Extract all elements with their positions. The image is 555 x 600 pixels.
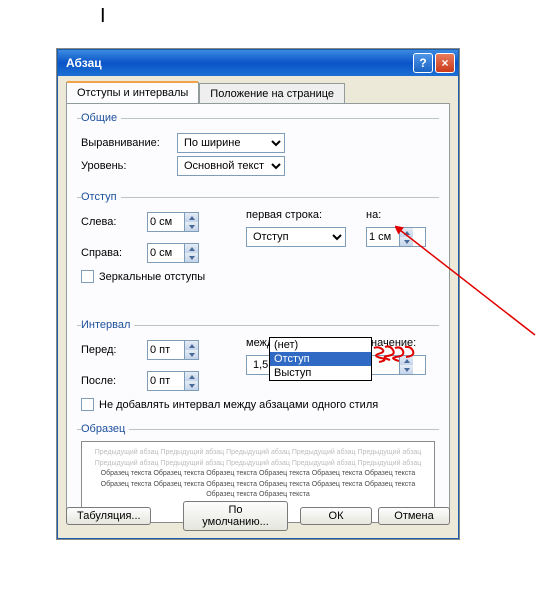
annotation-scribble — [373, 345, 415, 365]
general-legend: Общие — [81, 112, 121, 124]
spinner-down-icon[interactable] — [399, 237, 413, 246]
special-by-spinner[interactable] — [366, 227, 426, 247]
ok-button[interactable]: ОК — [300, 507, 372, 525]
noextra-label: Не добавлять интервал между абзацами одн… — [99, 399, 378, 411]
sample-prev-text: Предыдущий абзац Предыдущий абзац Предыд… — [90, 448, 426, 469]
text-caret: I — [100, 5, 106, 28]
tabs-button[interactable]: Табуляция... — [66, 507, 151, 525]
cancel-button[interactable]: Отмена — [378, 507, 450, 525]
spinner-up-icon[interactable] — [184, 244, 198, 253]
noextra-checkbox[interactable] — [81, 398, 94, 411]
spinner-down-icon[interactable] — [399, 365, 413, 374]
mirror-indents-label: Зеркальные отступы — [99, 271, 205, 283]
special-indent-dropdown-list[interactable]: (нет) Отступ Выступ — [269, 337, 372, 381]
dialog-footer: Табуляция... По умолчанию... ОК Отмена — [66, 501, 450, 531]
spinner-down-icon[interactable] — [184, 381, 198, 390]
special-by-label: на: — [366, 209, 426, 221]
special-indent-label: первая строка: — [246, 209, 356, 221]
alignment-label: Выравнивание: — [81, 137, 171, 149]
spinner-up-icon[interactable] — [184, 372, 198, 381]
alignment-select[interactable]: По ширине — [177, 133, 285, 153]
outline-label: Уровень: — [81, 160, 171, 172]
special-by-input[interactable] — [367, 228, 399, 246]
tab-indents[interactable]: Отступы и интервалы — [66, 82, 199, 104]
tab-strip: Отступы и интервалы Положение на страниц… — [66, 82, 450, 104]
tab-panel: Общие Выравнивание: По ширине Уровень: О… — [66, 103, 450, 521]
after-spinner[interactable] — [147, 371, 199, 391]
spinner-down-icon[interactable] — [184, 350, 198, 359]
after-label: После: — [81, 375, 141, 387]
left-indent-label: Слева: — [81, 216, 141, 228]
spacing-fieldset: Интервал Перед: После: — [77, 319, 439, 415]
close-button[interactable]: × — [435, 53, 455, 73]
spinner-up-icon[interactable] — [184, 213, 198, 222]
spinner-up-icon[interactable] — [399, 228, 413, 237]
before-label: Перед: — [81, 344, 141, 356]
before-spinner[interactable] — [147, 340, 199, 360]
outline-select[interactable]: Основной текст — [177, 156, 285, 176]
spinner-down-icon[interactable] — [184, 253, 198, 262]
default-button[interactable]: По умолчанию... — [183, 501, 288, 531]
spacing-legend: Интервал — [81, 319, 134, 331]
right-indent-label: Справа: — [81, 247, 141, 259]
indent-fieldset: Отступ Слева: Справа: — [77, 191, 439, 311]
paragraph-dialog: Абзац ? × Отступы и интервалы Положение … — [57, 49, 459, 539]
special-indent-select[interactable]: Отступ — [246, 227, 346, 247]
dropdown-option-first-line[interactable]: Отступ — [270, 352, 371, 366]
titlebar[interactable]: Абзац ? × — [58, 50, 458, 76]
spinner-up-icon[interactable] — [184, 341, 198, 350]
dropdown-option-hanging[interactable]: Выступ — [270, 366, 371, 380]
dialog-title: Абзац — [66, 56, 102, 70]
left-indent-spinner[interactable] — [147, 212, 199, 232]
help-button[interactable]: ? — [413, 53, 433, 73]
sample-legend: Образец — [81, 423, 129, 435]
tab-position[interactable]: Положение на странице — [199, 83, 345, 104]
sample-main-text: Образец текста Образец текста Образец те… — [90, 469, 426, 501]
general-fieldset: Общие Выравнивание: По ширине Уровень: О… — [77, 112, 439, 183]
after-input[interactable] — [148, 372, 184, 390]
left-indent-input[interactable] — [148, 213, 184, 231]
right-indent-input[interactable] — [148, 244, 184, 262]
mirror-indents-checkbox[interactable] — [81, 270, 94, 283]
dropdown-option-none[interactable]: (нет) — [270, 338, 371, 352]
before-input[interactable] — [148, 341, 184, 359]
right-indent-spinner[interactable] — [147, 243, 199, 263]
spinner-down-icon[interactable] — [184, 222, 198, 231]
indent-legend: Отступ — [81, 191, 121, 203]
